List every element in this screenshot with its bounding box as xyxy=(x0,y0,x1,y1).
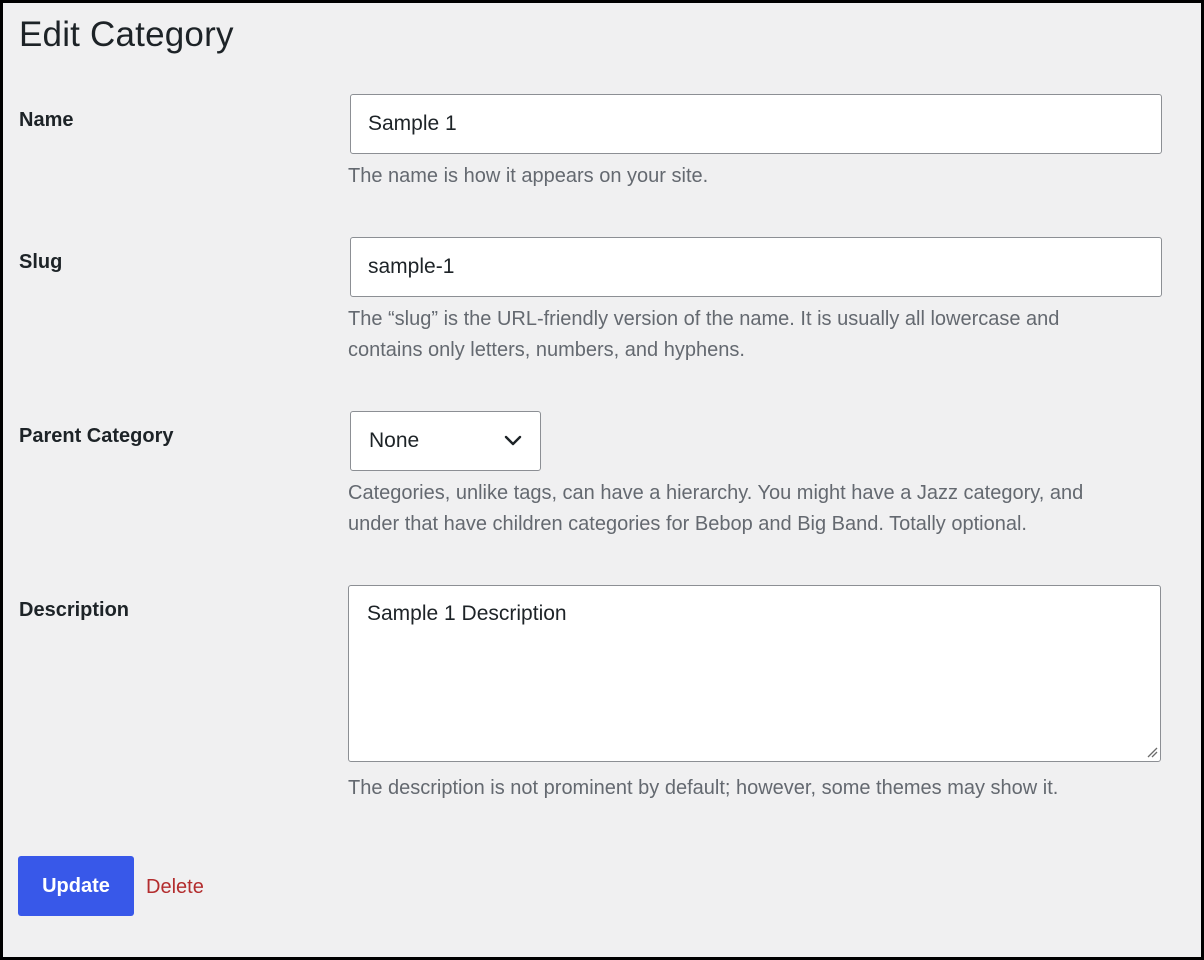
slug-input[interactable] xyxy=(350,237,1162,297)
edit-category-panel: Edit Category Name The name is how it ap… xyxy=(0,0,1204,960)
parent-category-selected-value: None xyxy=(369,429,420,452)
resize-handle-icon[interactable] xyxy=(1146,746,1158,758)
delete-link[interactable]: Delete xyxy=(146,876,204,899)
slug-help-line-1: The “slug” is the URL-friendly version o… xyxy=(348,308,1060,330)
slug-label: Slug xyxy=(19,251,63,273)
description-textarea[interactable]: Sample 1 Description xyxy=(348,585,1161,762)
slug-help-text: The “slug” is the URL-friendly version o… xyxy=(348,304,1148,366)
name-input[interactable] xyxy=(350,94,1162,154)
parent-category-select[interactable]: None xyxy=(350,411,541,471)
parent-category-label: Parent Category xyxy=(19,425,174,447)
description-label: Description xyxy=(19,599,130,621)
chevron-down-icon xyxy=(504,435,522,446)
description-help-text: The description is not prominent by defa… xyxy=(348,777,1059,799)
parent-category-help-text: Categories, unlike tags, can have a hier… xyxy=(348,478,1148,540)
name-label: Name xyxy=(19,109,74,131)
name-help-text: The name is how it appears on your site. xyxy=(348,165,709,187)
page-title: Edit Category xyxy=(19,15,234,54)
update-button[interactable]: Update xyxy=(18,856,134,916)
parent-help-line-1: Categories, unlike tags, can have a hier… xyxy=(348,482,1084,504)
slug-help-line-2: contains only letters, numbers, and hyph… xyxy=(348,339,745,361)
parent-help-line-2: under that have children categories for … xyxy=(348,513,1027,535)
